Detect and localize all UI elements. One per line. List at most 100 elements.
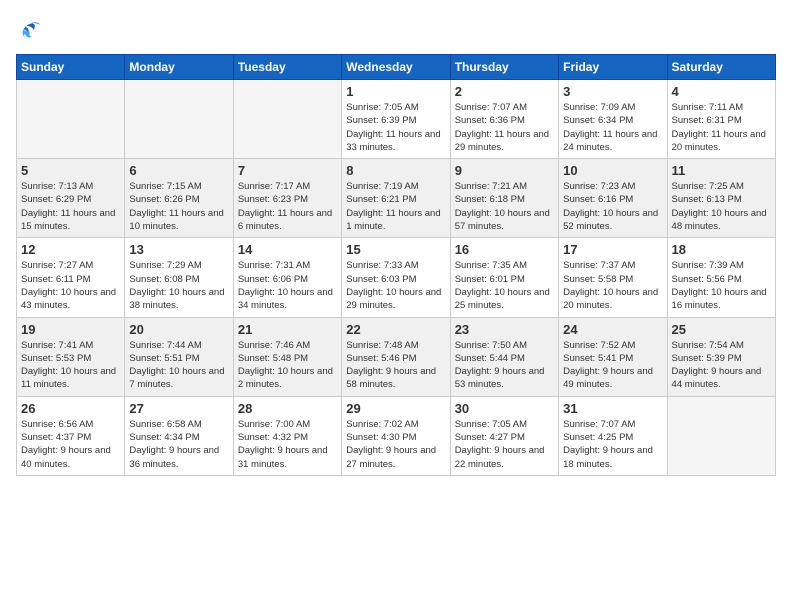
- day-cell: [17, 80, 125, 159]
- day-number: 16: [455, 242, 554, 257]
- day-info: Sunrise: 7:29 AM Sunset: 6:08 PM Dayligh…: [129, 259, 228, 312]
- day-number: 13: [129, 242, 228, 257]
- day-number: 2: [455, 84, 554, 99]
- day-info: Sunrise: 7:15 AM Sunset: 6:26 PM Dayligh…: [129, 180, 228, 233]
- day-info: Sunrise: 7:37 AM Sunset: 5:58 PM Dayligh…: [563, 259, 662, 312]
- day-info: Sunrise: 7:07 AM Sunset: 4:25 PM Dayligh…: [563, 418, 662, 471]
- day-cell: 5 Sunrise: 7:13 AM Sunset: 6:29 PM Daylig…: [17, 159, 125, 238]
- day-cell: [233, 80, 341, 159]
- day-cell: 25Sunrise: 7:54 AM Sunset: 5:39 PM Dayli…: [667, 317, 775, 396]
- day-info: Sunrise: 7:05 AM Sunset: 4:27 PM Dayligh…: [455, 418, 554, 471]
- week-row-3: 19 Sunrise: 7:41 AM Sunset: 5:53 PM Dayli…: [17, 317, 776, 396]
- day-info: Sunrise: 7:23 AM Sunset: 6:16 PM Dayligh…: [563, 180, 662, 233]
- week-row-2: 12 Sunrise: 7:27 AM Sunset: 6:11 PM Dayli…: [17, 238, 776, 317]
- day-cell: 10 Sunrise: 7:23 AM Sunset: 6:16 PM Dayli…: [559, 159, 667, 238]
- day-cell: 8Sunrise: 7:19 AM Sunset: 6:21 PM Daylig…: [342, 159, 450, 238]
- logo: [16, 16, 48, 44]
- header-row: [16, 16, 776, 44]
- day-cell: 17 Sunrise: 7:37 AM Sunset: 5:58 PM Dayli…: [559, 238, 667, 317]
- day-info: Sunrise: 7:50 AM Sunset: 5:44 PM Dayligh…: [455, 339, 554, 392]
- day-info: Sunrise: 7:52 AM Sunset: 5:41 PM Dayligh…: [563, 339, 662, 392]
- day-number: 21: [238, 322, 337, 337]
- day-cell: 4Sunrise: 7:11 AM Sunset: 6:31 PM Daylig…: [667, 80, 775, 159]
- day-number: 7: [238, 163, 337, 178]
- day-number: 18: [672, 242, 771, 257]
- day-cell: 26 Sunrise: 6:56 AM Sunset: 4:37 PM Dayli…: [17, 396, 125, 475]
- day-cell: 1 Sunrise: 7:05 AM Sunset: 6:39 PM Daylig…: [342, 80, 450, 159]
- day-info: Sunrise: 7:48 AM Sunset: 5:46 PM Dayligh…: [346, 339, 445, 392]
- day-info: Sunrise: 7:00 AM Sunset: 4:32 PM Dayligh…: [238, 418, 337, 471]
- day-number: 26: [21, 401, 120, 416]
- day-cell: 3Sunrise: 7:09 AM Sunset: 6:34 PM Daylig…: [559, 80, 667, 159]
- day-info: Sunrise: 7:39 AM Sunset: 5:56 PM Dayligh…: [672, 259, 771, 312]
- header-tuesday: Tuesday: [233, 55, 341, 80]
- day-number: 27: [129, 401, 228, 416]
- day-number: 5: [21, 163, 120, 178]
- day-info: Sunrise: 7:07 AM Sunset: 6:36 PM Dayligh…: [455, 101, 554, 154]
- day-number: 29: [346, 401, 445, 416]
- day-cell: 7 Sunrise: 7:17 AM Sunset: 6:23 PM Daylig…: [233, 159, 341, 238]
- day-info: Sunrise: 7:33 AM Sunset: 6:03 PM Dayligh…: [346, 259, 445, 312]
- day-cell: 2 Sunrise: 7:07 AM Sunset: 6:36 PM Daylig…: [450, 80, 558, 159]
- day-cell: 11 Sunrise: 7:25 AM Sunset: 6:13 PM Dayli…: [667, 159, 775, 238]
- header-wednesday: Wednesday: [342, 55, 450, 80]
- day-cell: 12 Sunrise: 7:27 AM Sunset: 6:11 PM Dayli…: [17, 238, 125, 317]
- day-number: 4: [672, 84, 771, 99]
- day-cell: [125, 80, 233, 159]
- day-cell: 30Sunrise: 7:05 AM Sunset: 4:27 PM Dayli…: [450, 396, 558, 475]
- day-info: Sunrise: 7:25 AM Sunset: 6:13 PM Dayligh…: [672, 180, 771, 233]
- day-cell: 15 Sunrise: 7:33 AM Sunset: 6:03 PM Dayli…: [342, 238, 450, 317]
- day-info: Sunrise: 7:02 AM Sunset: 4:30 PM Dayligh…: [346, 418, 445, 471]
- header-friday: Friday: [559, 55, 667, 80]
- header-row-days: SundayMondayTuesdayWednesdayThursdayFrid…: [17, 55, 776, 80]
- header-monday: Monday: [125, 55, 233, 80]
- week-row-4: 26 Sunrise: 6:56 AM Sunset: 4:37 PM Dayli…: [17, 396, 776, 475]
- day-info: Sunrise: 7:44 AM Sunset: 5:51 PM Dayligh…: [129, 339, 228, 392]
- page-container: SundayMondayTuesdayWednesdayThursdayFrid…: [0, 0, 792, 486]
- day-cell: 23 Sunrise: 7:50 AM Sunset: 5:44 PM Dayli…: [450, 317, 558, 396]
- day-cell: 27 Sunrise: 6:58 AM Sunset: 4:34 PM Dayli…: [125, 396, 233, 475]
- day-number: 28: [238, 401, 337, 416]
- day-number: 6: [129, 163, 228, 178]
- day-cell: 22Sunrise: 7:48 AM Sunset: 5:46 PM Dayli…: [342, 317, 450, 396]
- day-number: 11: [672, 163, 771, 178]
- day-number: 12: [21, 242, 120, 257]
- day-cell: [667, 396, 775, 475]
- header-thursday: Thursday: [450, 55, 558, 80]
- week-row-0: 1 Sunrise: 7:05 AM Sunset: 6:39 PM Daylig…: [17, 80, 776, 159]
- day-info: Sunrise: 7:09 AM Sunset: 6:34 PM Dayligh…: [563, 101, 662, 154]
- day-info: Sunrise: 7:21 AM Sunset: 6:18 PM Dayligh…: [455, 180, 554, 233]
- day-info: Sunrise: 7:19 AM Sunset: 6:21 PM Dayligh…: [346, 180, 445, 233]
- day-info: Sunrise: 7:54 AM Sunset: 5:39 PM Dayligh…: [672, 339, 771, 392]
- day-info: Sunrise: 7:46 AM Sunset: 5:48 PM Dayligh…: [238, 339, 337, 392]
- day-cell: 16 Sunrise: 7:35 AM Sunset: 6:01 PM Dayli…: [450, 238, 558, 317]
- day-cell: 28 Sunrise: 7:00 AM Sunset: 4:32 PM Dayli…: [233, 396, 341, 475]
- day-number: 20: [129, 322, 228, 337]
- day-cell: 31 Sunrise: 7:07 AM Sunset: 4:25 PM Dayli…: [559, 396, 667, 475]
- day-info: Sunrise: 7:31 AM Sunset: 6:06 PM Dayligh…: [238, 259, 337, 312]
- day-number: 10: [563, 163, 662, 178]
- header-sunday: Sunday: [17, 55, 125, 80]
- week-row-1: 5 Sunrise: 7:13 AM Sunset: 6:29 PM Daylig…: [17, 159, 776, 238]
- day-number: 19: [21, 322, 120, 337]
- day-cell: 21 Sunrise: 7:46 AM Sunset: 5:48 PM Dayli…: [233, 317, 341, 396]
- day-info: Sunrise: 7:27 AM Sunset: 6:11 PM Dayligh…: [21, 259, 120, 312]
- day-info: Sunrise: 7:05 AM Sunset: 6:39 PM Dayligh…: [346, 101, 445, 154]
- day-info: Sunrise: 7:13 AM Sunset: 6:29 PM Dayligh…: [21, 180, 120, 233]
- day-cell: 19 Sunrise: 7:41 AM Sunset: 5:53 PM Dayli…: [17, 317, 125, 396]
- day-info: Sunrise: 7:17 AM Sunset: 6:23 PM Dayligh…: [238, 180, 337, 233]
- day-number: 14: [238, 242, 337, 257]
- day-number: 1: [346, 84, 445, 99]
- day-number: 17: [563, 242, 662, 257]
- day-number: 23: [455, 322, 554, 337]
- day-info: Sunrise: 7:41 AM Sunset: 5:53 PM Dayligh…: [21, 339, 120, 392]
- day-info: Sunrise: 6:56 AM Sunset: 4:37 PM Dayligh…: [21, 418, 120, 471]
- day-cell: 24Sunrise: 7:52 AM Sunset: 5:41 PM Dayli…: [559, 317, 667, 396]
- day-info: Sunrise: 7:35 AM Sunset: 6:01 PM Dayligh…: [455, 259, 554, 312]
- day-number: 15: [346, 242, 445, 257]
- day-number: 31: [563, 401, 662, 416]
- logo-icon: [16, 16, 44, 44]
- day-info: Sunrise: 6:58 AM Sunset: 4:34 PM Dayligh…: [129, 418, 228, 471]
- day-cell: 14 Sunrise: 7:31 AM Sunset: 6:06 PM Dayli…: [233, 238, 341, 317]
- day-cell: 9Sunrise: 7:21 AM Sunset: 6:18 PM Daylig…: [450, 159, 558, 238]
